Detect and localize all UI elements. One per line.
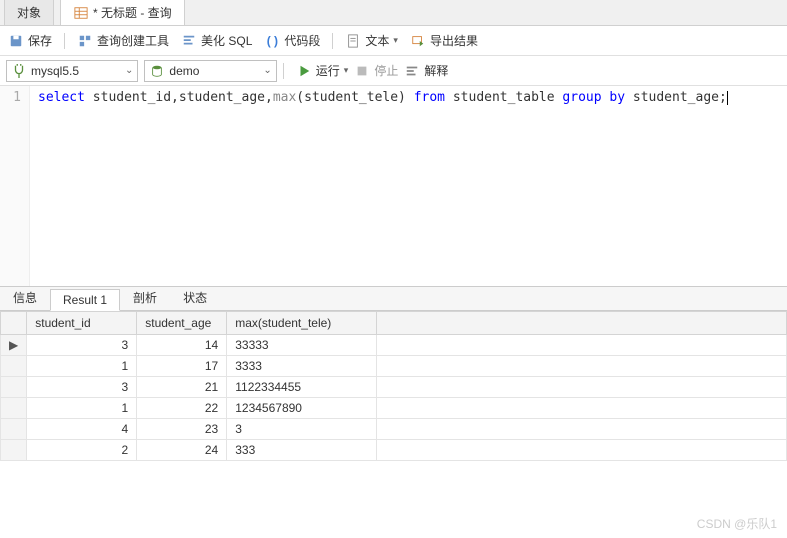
col-header-max-tele[interactable]: max(student_tele) [227, 312, 377, 335]
cell-student-id[interactable]: 2 [27, 440, 137, 461]
query-builder-icon [77, 33, 93, 49]
snippet-icon: ( ) [264, 33, 280, 49]
stop-icon [354, 63, 370, 79]
cell-empty [377, 440, 787, 461]
cell-student-id[interactable]: 1 [27, 398, 137, 419]
row-indicator-header [1, 312, 27, 335]
cell-student-age[interactable]: 17 [137, 356, 227, 377]
separator [283, 63, 284, 79]
chevron-down-icon: ⌄ [263, 65, 271, 76]
cell-max-tele[interactable]: 1122334455 [227, 377, 377, 398]
table-row[interactable]: 3211122334455 [1, 377, 787, 398]
connection-dropdown[interactable]: mysql5.5 ⌄ [6, 60, 138, 82]
main-toolbar: 保存 查询创建工具 美化 SQL ( ) 代码段 文本 ▾ 导出结果 [0, 26, 787, 56]
row-indicator [1, 398, 27, 419]
export-button[interactable]: 导出结果 [410, 32, 478, 49]
chevron-down-icon: ⌄ [125, 65, 133, 76]
tab-object[interactable]: 对象 [4, 0, 54, 25]
line-gutter: 1 [0, 86, 30, 286]
cell-empty [377, 377, 787, 398]
query-builder-button[interactable]: 查询创建工具 [77, 32, 169, 49]
stop-button[interactable]: 停止 [354, 62, 398, 79]
result-tab-bar: 信息 Result 1 剖析 状态 [0, 287, 787, 311]
table-row[interactable]: 224333 [1, 440, 787, 461]
table-row[interactable]: 4233 [1, 419, 787, 440]
chevron-down-icon: ▾ [393, 35, 398, 46]
row-indicator [1, 377, 27, 398]
cell-student-id[interactable]: 1 [27, 356, 137, 377]
cell-max-tele[interactable]: 1234567890 [227, 398, 377, 419]
plug-icon [11, 63, 27, 79]
row-indicator [1, 419, 27, 440]
tab-query-label: * 无标题 - 查询 [93, 4, 172, 21]
text-cursor [727, 91, 728, 105]
save-icon [8, 33, 24, 49]
snippet-button[interactable]: ( ) 代码段 [264, 32, 320, 49]
explain-icon [404, 63, 420, 79]
cell-student-age[interactable]: 21 [137, 377, 227, 398]
separator [64, 33, 65, 49]
save-button[interactable]: 保存 [8, 32, 52, 49]
tab-info[interactable]: 信息 [0, 285, 50, 310]
tab-result1[interactable]: Result 1 [50, 289, 120, 311]
cell-student-age[interactable]: 14 [137, 335, 227, 356]
connection-bar: mysql5.5 ⌄ demo ⌄ 运行 ▾ 停止 解释 [0, 56, 787, 86]
explain-button[interactable]: 解释 [404, 62, 448, 79]
text-button[interactable]: 文本 ▾ [345, 32, 398, 49]
col-header-student-age[interactable]: student_age [137, 312, 227, 335]
separator [332, 33, 333, 49]
cell-student-id[interactable]: 4 [27, 419, 137, 440]
editor-tab-bar: 对象 * 无标题 - 查询 [0, 0, 787, 26]
tab-query[interactable]: * 无标题 - 查询 [60, 0, 185, 25]
table-icon [73, 5, 89, 21]
document-icon [345, 33, 361, 49]
sql-editor[interactable]: 1 select student_id,student_age,max(stud… [0, 86, 787, 286]
run-button[interactable]: 运行 ▾ [296, 62, 349, 79]
cell-empty [377, 419, 787, 440]
cell-max-tele[interactable]: 3 [227, 419, 377, 440]
tab-status[interactable]: 状态 [170, 285, 220, 310]
results-pane: 信息 Result 1 剖析 状态 student_id student_age… [0, 286, 787, 461]
beautify-icon [181, 33, 197, 49]
cell-student-id[interactable]: 3 [27, 377, 137, 398]
play-icon [296, 63, 312, 79]
cell-empty [377, 335, 787, 356]
result-grid[interactable]: student_id student_age max(student_tele)… [0, 311, 787, 461]
database-icon [149, 63, 165, 79]
code-area[interactable]: select student_id,student_age,max(studen… [30, 86, 736, 286]
cell-student-age[interactable]: 24 [137, 440, 227, 461]
row-indicator [1, 440, 27, 461]
chevron-down-icon: ▾ [344, 65, 349, 76]
cell-student-age[interactable]: 22 [137, 398, 227, 419]
cell-max-tele[interactable]: 33333 [227, 335, 377, 356]
cell-max-tele[interactable]: 333 [227, 440, 377, 461]
col-header-student-id[interactable]: student_id [27, 312, 137, 335]
tab-object-label: 对象 [17, 4, 41, 21]
table-row[interactable]: 1221234567890 [1, 398, 787, 419]
cell-max-tele[interactable]: 3333 [227, 356, 377, 377]
watermark: CSDN @乐队1 [697, 515, 777, 532]
beautify-sql-button[interactable]: 美化 SQL [181, 32, 252, 49]
cell-student-id[interactable]: 3 [27, 335, 137, 356]
table-row[interactable]: ▶31433333 [1, 335, 787, 356]
row-indicator: ▶ [1, 335, 27, 356]
col-header-empty [377, 312, 787, 335]
cell-empty [377, 356, 787, 377]
row-indicator [1, 356, 27, 377]
database-dropdown[interactable]: demo ⌄ [144, 60, 276, 82]
tab-profile[interactable]: 剖析 [120, 285, 170, 310]
export-icon [410, 33, 426, 49]
cell-student-age[interactable]: 23 [137, 419, 227, 440]
table-row[interactable]: 1173333 [1, 356, 787, 377]
cell-empty [377, 398, 787, 419]
